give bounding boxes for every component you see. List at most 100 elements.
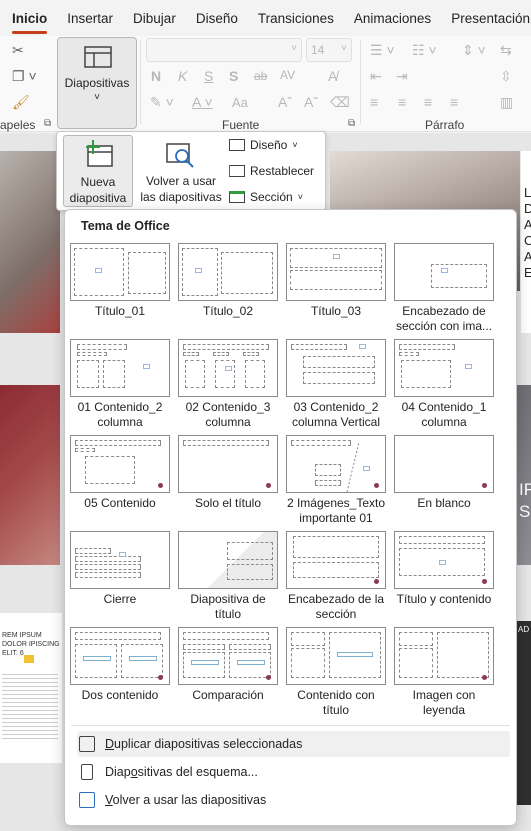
reuse-slides-icon <box>166 143 194 168</box>
format-painter-icon[interactable]: 🖌 <box>12 94 30 111</box>
tab-dibujar[interactable]: Dibujar <box>133 11 176 26</box>
tab-inicio[interactable]: Inicio <box>12 11 48 34</box>
slide-thumbnail[interactable]: REM IPSUM DOLOR IPISCING ELIT. 6 <box>0 613 62 763</box>
reuse-slides-icon <box>79 792 95 808</box>
clipboard-group-label: apeles <box>0 118 36 132</box>
numbering-icon[interactable]: ☷ ˅ <box>412 42 437 59</box>
menu-duplicate-slides[interactable]: Duplicar diapositivas seleccionadas <box>77 731 510 757</box>
layout-titulo-y-contenido[interactable]: Título y contenido <box>394 531 494 607</box>
layout-imagen-con-leyenda[interactable]: Imagen con leyenda <box>394 627 494 718</box>
reuse-slides-button[interactable]: Volver a usar las diapositivas <box>139 135 223 207</box>
menu-reuse-slides[interactable]: Volver a usar las diapositivas <box>77 787 510 813</box>
justify-icon[interactable]: ≡ <box>450 94 458 110</box>
layout-encabezado-seccion-imagen[interactable]: Encabezado de sección con ima... <box>394 243 494 334</box>
bullets-icon[interactable]: ☰ ˅ <box>370 42 395 59</box>
layout-cierre[interactable]: Cierre <box>70 531 170 607</box>
slides-icon <box>84 46 112 68</box>
section-icon <box>229 191 245 203</box>
reset-icon <box>229 165 245 177</box>
layout-titulo-02[interactable]: Título_02 <box>178 243 278 319</box>
layout-diapositiva-de-titulo[interactable]: Diapositiva de título <box>178 531 278 622</box>
font-group-label: Fuente <box>222 118 260 132</box>
reset-button[interactable]: Restablecer <box>229 164 314 178</box>
font-size-combo[interactable]: 14 ˅ <box>306 38 352 62</box>
strikethrough-button[interactable]: ab <box>254 69 267 83</box>
slide-thumbnail[interactable] <box>0 385 60 565</box>
tab-presentacion[interactable]: Presentación co <box>451 11 531 26</box>
decrease-indent-icon[interactable]: ⇤ <box>370 68 382 85</box>
align-text-icon[interactable]: ⇳ <box>500 68 512 85</box>
text-direction-icon[interactable]: ⇆ <box>500 42 512 59</box>
layout-dos-contenido[interactable]: Dos contenido <box>70 627 170 703</box>
layout-titulo-01[interactable]: Título_01 <box>70 243 170 319</box>
slide-icon <box>24 655 34 663</box>
align-center-icon[interactable]: ≡ <box>398 94 406 110</box>
outline-icon <box>81 764 93 780</box>
ribbon-tabs: Inicio Insertar Dibujar Diseño Transicio… <box>0 0 531 36</box>
divider <box>140 40 141 124</box>
paragraph-group-label: Párrafo <box>425 118 465 132</box>
change-case-button[interactable]: Aa <box>232 95 248 110</box>
italic-button[interactable]: K <box>178 68 187 84</box>
duplicate-icon <box>79 736 95 752</box>
layout-button[interactable]: Diseño ˅ <box>229 138 298 152</box>
spacing-button[interactable]: AV <box>280 68 295 82</box>
new-slide-button[interactable]: Nueva diapositiva <box>63 135 133 207</box>
underline-button[interactable]: S <box>204 68 213 84</box>
slide-body-lines <box>2 671 58 741</box>
layout-solo-el-titulo[interactable]: Solo el título <box>178 435 278 511</box>
columns-icon[interactable]: ▥ <box>500 94 513 111</box>
slide-thumbnail[interactable]: AD <box>517 621 531 805</box>
dialog-launcher-icon[interactable]: ⧉ <box>348 118 355 129</box>
slides-button-label: Diapositivas <box>64 76 130 90</box>
shadow-button[interactable]: S <box>229 68 238 84</box>
align-right-icon[interactable]: ≡ <box>424 94 432 110</box>
layout-2-imagenes-texto-importante[interactable]: 2 Imágenes_Texto importante 01 <box>286 435 386 526</box>
layout-03-contenido-2-columna-vertical[interactable]: 03 Contenido_2 columna Vertical <box>286 339 386 430</box>
layout-05-contenido[interactable]: 05 Contenido <box>70 435 170 511</box>
panel-title: Tema de Office <box>81 219 170 233</box>
reuse-slides-label: Volver a usar las diapositivas <box>140 174 222 204</box>
cut-icon[interactable]: ✂ <box>12 42 24 59</box>
tab-transiciones[interactable]: Transiciones <box>258 11 334 26</box>
new-slide-label: Nueva diapositiva <box>69 175 127 205</box>
divider <box>71 725 510 726</box>
menu-outline-slides[interactable]: Diapositivas del esquema... <box>77 759 510 785</box>
shrink-font-icon[interactable]: Aˇ <box>304 94 318 110</box>
font-color-icon[interactable]: A ˅ <box>192 94 213 110</box>
section-button[interactable]: Sección ˅ <box>229 190 303 204</box>
layout-gallery-panel: Tema de Office Título_01 Título_02 Títul… <box>64 209 517 826</box>
layout-en-blanco[interactable]: En blanco <box>394 435 494 511</box>
chevron-down-icon: ˅ <box>292 140 298 150</box>
eraser-icon[interactable]: ⌫ <box>330 94 350 111</box>
tab-insertar[interactable]: Insertar <box>67 11 113 26</box>
line-spacing-icon[interactable]: ⇕ ˅ <box>462 42 486 59</box>
slides-button[interactable]: Diapositivas ˅ <box>57 37 137 129</box>
layout-02-contenido-3-columna[interactable]: 02 Contenido_3 columna <box>178 339 278 430</box>
layout-04-contenido-1-columna[interactable]: 04 Contenido_1 columna <box>394 339 494 430</box>
slide-thumbnail[interactable] <box>517 385 531 565</box>
slide-text: IF S <box>519 480 531 521</box>
font-name-combo[interactable]: ˅ <box>146 38 302 62</box>
layout-comparacion[interactable]: Comparación <box>178 627 278 703</box>
slide-thumbnail[interactable] <box>0 151 60 333</box>
slides-toolbar: Nueva diapositiva Volver a usar las diap… <box>56 131 326 211</box>
layout-titulo-03[interactable]: Título_03 <box>286 243 386 319</box>
layout-encabezado-de-la-seccion[interactable]: Encabezado de la sección <box>286 531 386 622</box>
dialog-launcher-icon[interactable]: ⧉ <box>44 118 51 129</box>
highlight-icon[interactable]: ✎ ˅ <box>150 94 174 111</box>
bold-button[interactable]: N <box>151 68 161 84</box>
align-left-icon[interactable]: ≡ <box>370 94 378 110</box>
copy-icon[interactable]: ❐ ˅ <box>12 68 37 85</box>
slide-title-text: REM IPSUM DOLOR IPISCING ELIT. 6 <box>2 632 60 657</box>
increase-indent-icon[interactable]: ⇥ <box>396 68 408 85</box>
slide-text: LDACAE <box>524 185 531 280</box>
layout-icon <box>229 139 245 151</box>
clear-format-icon[interactable]: A̸ <box>328 68 337 84</box>
layout-contenido-con-titulo[interactable]: Contenido con título <box>286 627 386 718</box>
grow-font-icon[interactable]: Aˆ <box>278 94 292 110</box>
chevron-down-icon: ˅ <box>94 92 100 103</box>
tab-diseno[interactable]: Diseño <box>196 11 238 26</box>
layout-01-contenido-2-columna[interactable]: 01 Contenido_2 columna <box>70 339 170 430</box>
tab-animaciones[interactable]: Animaciones <box>354 11 431 26</box>
